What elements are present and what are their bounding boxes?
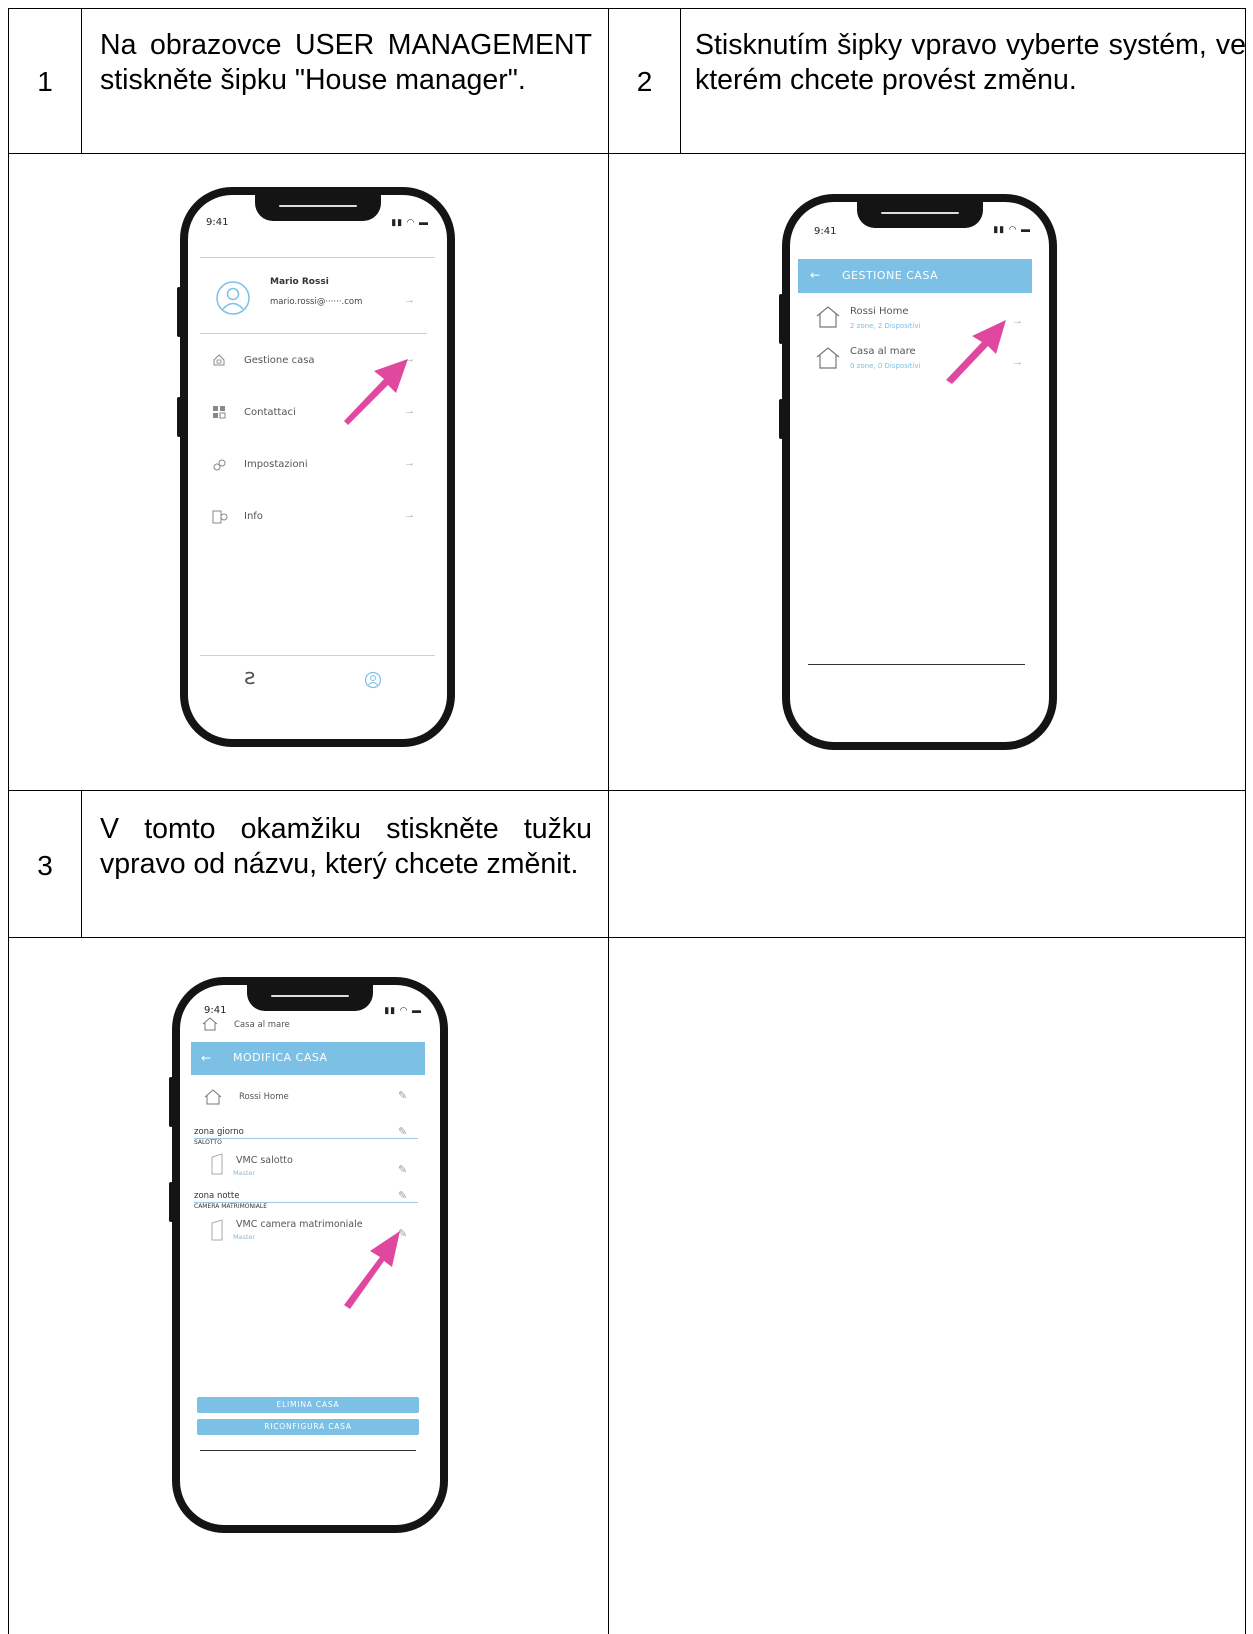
status-time: 9:41: [204, 1005, 227, 1016]
logo-icon[interactable]: ƨ: [244, 665, 255, 690]
edit-pencil-icon[interactable]: ✎: [398, 1125, 407, 1138]
header-bar: ← GESTIONE CASA: [798, 259, 1032, 293]
table-column-divider: [608, 8, 609, 1634]
edit-pencil-icon[interactable]: ✎: [398, 1189, 407, 1202]
home-detail: 2 zone, 2 Dispositivi: [850, 322, 921, 330]
device-role: Master: [233, 1233, 256, 1241]
zone-name: zona giorno: [194, 1127, 244, 1137]
header-bar: ← MODIFICA CASA: [191, 1042, 425, 1075]
gear-icon: [213, 459, 226, 471]
home-arrow[interactable]: →: [1012, 356, 1023, 368]
home-detail: 0 zone, 0 Dispositivi: [850, 362, 921, 370]
divider: [194, 1138, 418, 1139]
step-number: 1: [37, 66, 53, 97]
avatar-icon: [216, 281, 250, 315]
back-arrow-icon[interactable]: ←: [810, 268, 821, 282]
menu-item-label: Gestione casa: [244, 355, 315, 366]
device-role: Master: [233, 1169, 256, 1177]
delete-home-button[interactable]: ELIMINA CASA: [197, 1397, 419, 1413]
user-name: Mario Rossi: [270, 277, 329, 287]
phone-screen: 9:41 ▮▮ ◠ ▬ ← GESTIONE CASA Rossi Home 2…: [790, 202, 1049, 742]
profile-tab-icon[interactable]: [364, 671, 382, 689]
divider: [200, 655, 435, 656]
zone-name: zona notte: [194, 1191, 240, 1201]
status-icons: ▮▮ ◠ ▬: [384, 1005, 422, 1015]
user-email: mario.rossi@······.com: [270, 297, 363, 307]
phone-screen: 9:41 ▮▮ ◠ ▬ Mario Rossi mario.rossi@····…: [188, 195, 447, 739]
menu-arrow[interactable]: →: [404, 509, 415, 521]
status-time: 9:41: [814, 226, 837, 237]
menu-arrow[interactable]: →: [404, 457, 415, 469]
reconfigure-home-button[interactable]: RICONFIGURA CASA: [197, 1419, 419, 1435]
menu-item-label: Info: [244, 511, 263, 522]
status-icons: ▮▮ ◠ ▬: [391, 217, 429, 227]
step-text: Na obrazovce USER MANAGEMENT stiskněte š…: [100, 29, 592, 96]
pointer-arrow-icon: [344, 359, 408, 425]
phone-notch: [856, 202, 983, 228]
home-indicator: [808, 664, 1025, 665]
room-name: SALOTTO: [194, 1139, 222, 1146]
menu-item-label: Contattaci: [244, 407, 296, 418]
home-name: Rossi Home: [850, 306, 909, 317]
house-icon: [202, 1017, 218, 1031]
edit-pencil-icon[interactable]: ✎: [398, 1163, 407, 1176]
profile-arrow[interactable]: →: [404, 294, 415, 306]
current-home: Casa al mare: [234, 1020, 290, 1030]
edit-pencil-icon[interactable]: ✎: [398, 1089, 407, 1102]
device-icon: [211, 1219, 223, 1241]
divider: [200, 333, 427, 334]
table-border-top: [8, 8, 1246, 9]
home-arrow[interactable]: →: [1012, 315, 1023, 327]
step-text: V tomto okamžiku stiskněte tužku vpravo …: [100, 813, 592, 880]
house-icon: [204, 1089, 222, 1105]
device-name: VMC salotto: [236, 1155, 293, 1166]
back-arrow-icon[interactable]: ←: [201, 1051, 212, 1065]
home-name: Casa al mare: [850, 346, 916, 357]
pointer-arrow-icon: [946, 320, 1006, 384]
step-number: 2: [636, 66, 653, 97]
page-title: MODIFICA CASA: [233, 1051, 328, 1064]
phone-mockup: 9:41 ▮▮ ◠ ▬ ← GESTIONE CASA Rossi Home 2…: [779, 194, 1057, 750]
info-icon: [212, 510, 228, 524]
table-row-divider: [8, 153, 1246, 154]
step-number: 3: [37, 850, 53, 881]
phone-notch: [254, 195, 381, 221]
table-border-right: [1245, 8, 1246, 1634]
home-name: Rossi Home: [239, 1092, 289, 1102]
menu-item-label: Impostazioni: [244, 459, 308, 470]
phone-notch: [247, 985, 373, 1011]
room-name: CAMERA MATRIMONIALE: [194, 1203, 268, 1210]
step-text: Stisknutím šipky vpravo vyberte systém, …: [695, 29, 1246, 96]
table-row-divider: [8, 790, 1246, 791]
house-icon: [816, 306, 840, 328]
table-border-left: [8, 8, 9, 1634]
status-time: 9:41: [206, 217, 229, 228]
phone-mockup: 9:41 ▮▮ ◠ ▬ Casa al mare ← MODIFICA CASA…: [169, 977, 448, 1533]
divider: [200, 257, 435, 258]
contact-icon: [213, 406, 226, 419]
house-icon: [816, 347, 840, 369]
table-row-divider: [8, 937, 1246, 938]
phone-mockup: 9:41 ▮▮ ◠ ▬ Mario Rossi mario.rossi@····…: [177, 187, 455, 747]
home-indicator: [200, 1450, 416, 1451]
page-title: GESTIONE CASA: [842, 269, 939, 282]
device-icon: [211, 1153, 223, 1175]
house-icon: [213, 354, 225, 366]
status-icons: ▮▮ ◠ ▬: [993, 224, 1031, 234]
pointer-arrow-icon: [344, 1231, 400, 1309]
